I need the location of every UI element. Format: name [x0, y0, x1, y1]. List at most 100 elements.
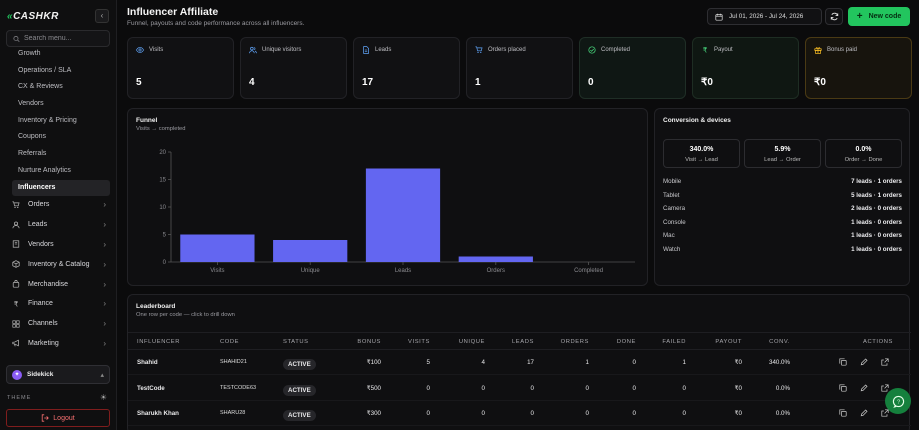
sidekick-icon: ✦ — [12, 369, 22, 380]
column-header-payout[interactable]: PAYOUT — [715, 339, 742, 345]
x-tick-label: Unique — [301, 268, 321, 274]
external-link-icon[interactable] — [881, 358, 889, 366]
kpi-value: 17 — [362, 77, 374, 88]
edit-icon[interactable] — [860, 383, 868, 392]
sidebar-subitem[interactable]: Growth — [12, 46, 110, 63]
funnel-bar-leads[interactable] — [365, 168, 441, 263]
copy-icon[interactable] — [839, 383, 847, 392]
cell-payout: ₹0 — [734, 359, 742, 366]
device-row: Mac 1 leads · 0 orders — [663, 229, 902, 243]
copy-icon[interactable] — [839, 409, 847, 417]
nav-item-vendors[interactable]: Vendors › — [6, 235, 110, 255]
cell-payout: ₹0 — [734, 410, 742, 417]
column-header-unique[interactable]: UNIQUE — [459, 339, 485, 345]
sidebar-subitem[interactable]: Influencers — [12, 179, 110, 197]
kpi-value: 4 — [249, 77, 255, 88]
check-circle-icon — [588, 46, 596, 54]
sidekick-button[interactable]: ✦ Sidekick ▴ — [6, 365, 110, 384]
funnel-bar-unique[interactable] — [273, 240, 348, 262]
table-row[interactable]: Sharukh Khan SHARU28 ACTIVE ₹300 0 0 0 0 0 0 ₹0 0.0… — [128, 401, 911, 426]
refresh-button[interactable] — [825, 8, 843, 25]
sidebar-subitem[interactable]: Inventory & Pricing — [12, 113, 110, 130]
kpi-label: Visits — [149, 47, 164, 53]
conversion-box: 0.0% Order → Done — [825, 139, 902, 168]
cell-influencer: Shahid — [137, 359, 158, 366]
chat-button[interactable]: ? — [885, 388, 911, 414]
cell-influencer: Sharukh Khan — [137, 410, 179, 417]
y-tick-label: 15 — [159, 178, 166, 184]
column-header-bonus[interactable]: BONUS — [357, 339, 381, 345]
external-link-icon[interactable] — [881, 383, 889, 392]
nav-item-label: Vendors — [28, 240, 54, 248]
nav-item-channels[interactable]: Channels › — [6, 314, 110, 334]
cell-code: SHARU28 — [220, 410, 246, 416]
sidebar-subitem[interactable]: Vendors — [12, 96, 110, 113]
megaphone-icon — [12, 340, 19, 347]
eye-icon — [136, 47, 144, 53]
main-nav: Orders › Leads › Vendors › Inventory & Catalog… — [6, 195, 110, 353]
brand-logo[interactable]: «CASHKR — [7, 11, 59, 22]
table-row[interactable]: TestCode TESTCODE63 ACTIVE ₹500 0 0 0 0 0 0 ₹0 0.0% — [128, 376, 911, 401]
funnel-bar-orders[interactable] — [458, 256, 533, 263]
device-row: Tablet 5 leads · 1 orders — [663, 189, 902, 203]
table-row[interactable]: Shahid SHAHID21 ACTIVE ₹100 5 4 17 1 0 1 ₹0 340.0% — [128, 350, 911, 375]
nav-item-marketing[interactable]: Marketing › — [6, 334, 110, 354]
device-stats: 1 leads · 0 orders — [851, 232, 902, 240]
column-header-failed[interactable]: FAILED — [662, 339, 686, 345]
sidebar-subitem[interactable]: Operations / SLA — [12, 63, 110, 80]
copy-icon[interactable] — [839, 358, 847, 366]
edit-icon[interactable] — [860, 358, 868, 366]
conversion-title: Conversion & devices — [663, 117, 731, 124]
nav-item-inventory-catalog[interactable]: Inventory & Catalog › — [6, 254, 110, 274]
cell-failed: 0 — [682, 384, 686, 392]
column-header-status[interactable]: STATUS — [283, 339, 309, 345]
device-row: Mobile 7 leads · 1 orders — [663, 175, 902, 189]
device-stats: 1 leads · 0 orders — [851, 218, 902, 226]
sidebar-subitem[interactable]: Referrals — [12, 146, 110, 163]
search-input[interactable] — [24, 35, 109, 42]
rupee-icon: ₹ — [703, 46, 708, 54]
kpi-header: Completed — [588, 46, 630, 54]
building-icon — [12, 240, 20, 249]
chevron-right-icon: › — [103, 220, 106, 230]
kpi-header: Orders placed — [475, 46, 526, 54]
edit-icon[interactable] — [860, 409, 868, 417]
device-row: Watch 1 leads · 0 orders — [663, 243, 902, 257]
sidebar-subitem[interactable]: CX & Reviews — [12, 79, 110, 96]
new-code-button[interactable]: + New code — [848, 7, 910, 26]
sidebar-subitem[interactable]: Nurture Analytics — [12, 163, 110, 180]
nav-item-label: Merchandise — [28, 280, 69, 288]
column-header-code[interactable]: CODE — [220, 339, 239, 345]
sidebar-subitem[interactable]: Coupons — [12, 129, 110, 146]
column-header-leads[interactable]: LEADS — [512, 339, 534, 345]
conversion-label: Visit → Lead — [685, 157, 718, 163]
nav-item-leads[interactable]: Leads › — [6, 215, 110, 235]
conversion-box: 5.9% Lead → Order — [744, 139, 821, 168]
sun-icon[interactable]: ☀ — [100, 393, 107, 402]
chevron-right-icon: › — [103, 299, 106, 309]
column-header-orders[interactable]: ORDERS — [561, 339, 589, 345]
page-title: Influencer Affiliate — [127, 6, 219, 18]
external-link-icon[interactable] — [881, 409, 889, 417]
logout-button[interactable]: Logout — [6, 409, 110, 427]
nav-item-merchandise[interactable]: Merchandise › — [6, 274, 110, 294]
cell-unique: 0 — [481, 384, 485, 392]
column-header-actions[interactable]: ACTIONS — [863, 339, 893, 345]
cell-done: 0 — [632, 384, 636, 392]
column-header-visits[interactable]: VISITS — [408, 339, 430, 345]
user-icon — [12, 221, 20, 228]
date-range-picker[interactable]: Jul 01, 2026 - Jul 24, 2026 — [707, 8, 822, 25]
column-header-conv[interactable]: CONV. — [769, 339, 790, 345]
kpi-card-leads: Leads 17 — [353, 37, 460, 99]
funnel-bar-visits[interactable] — [180, 234, 255, 263]
column-header-done[interactable]: DONE — [617, 339, 636, 345]
kpi-header: Unique visitors — [249, 46, 301, 54]
theme-row: THEME ☀ — [7, 393, 107, 402]
new-code-label: New code — [868, 13, 902, 20]
column-header-influencer[interactable]: INFLUENCER — [137, 339, 180, 345]
nav-item-orders[interactable]: Orders › — [6, 195, 110, 215]
chevron-left-icon: ‹ — [100, 11, 104, 20]
nav-item-finance[interactable]: ₹ Finance › — [6, 294, 110, 314]
conversion-value: 340.0% — [689, 146, 714, 153]
collapse-sidebar-button[interactable]: ‹ — [95, 9, 109, 23]
